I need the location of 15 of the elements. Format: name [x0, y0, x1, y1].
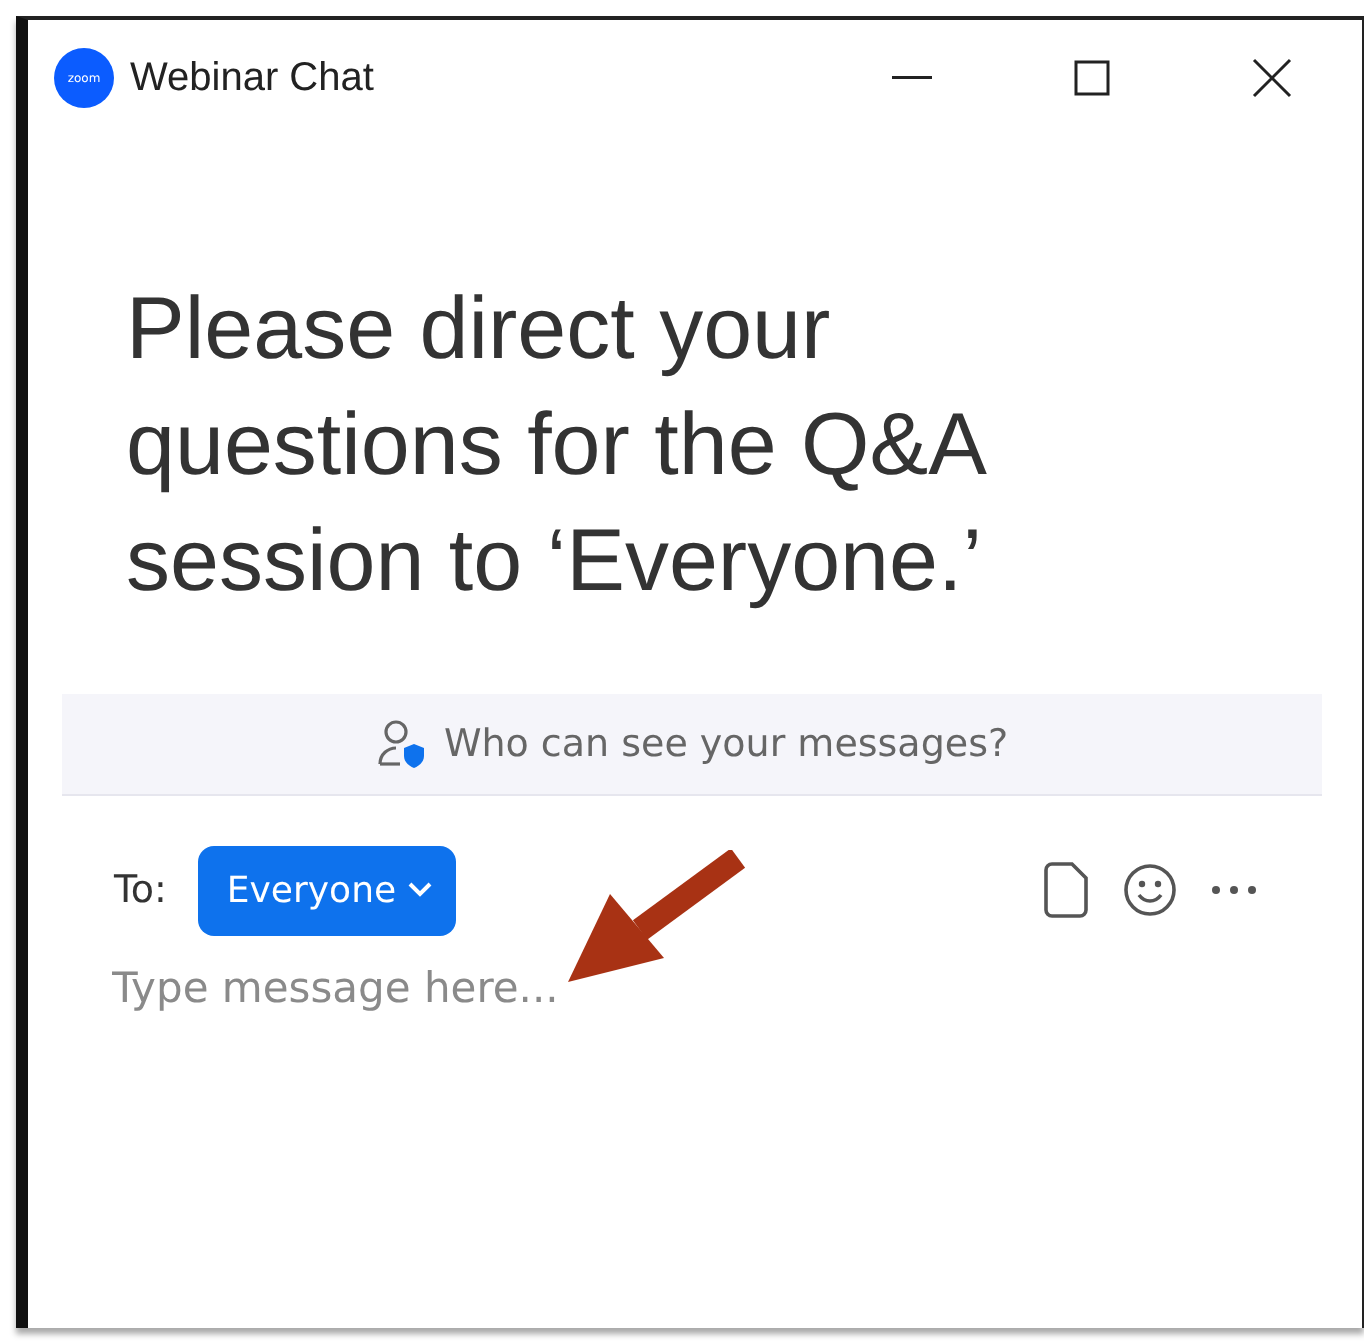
privacy-banner-text: Who can see your messages? — [443, 722, 1009, 766]
person-shield-icon — [375, 718, 428, 770]
close-icon — [1252, 58, 1292, 98]
privacy-banner[interactable]: Who can see your messages? — [62, 694, 1322, 796]
window-title: Webinar Chat — [130, 55, 374, 101]
caret-icon — [408, 882, 433, 898]
message-input-field[interactable]: Type message here... — [112, 964, 1232, 1012]
chat-notice: Please direct your questions for the Q&A session to ‘Everyone.’ — [126, 278, 986, 614]
to-label: To: — [114, 868, 167, 912]
more-button[interactable] — [1210, 884, 1258, 896]
emoji-button[interactable] — [1122, 862, 1178, 918]
file-button[interactable] — [1042, 862, 1090, 918]
maximize-icon — [1074, 60, 1110, 96]
recipient-dropdown[interactable]: Everyone — [198, 845, 457, 935]
minimize-icon — [892, 76, 932, 80]
